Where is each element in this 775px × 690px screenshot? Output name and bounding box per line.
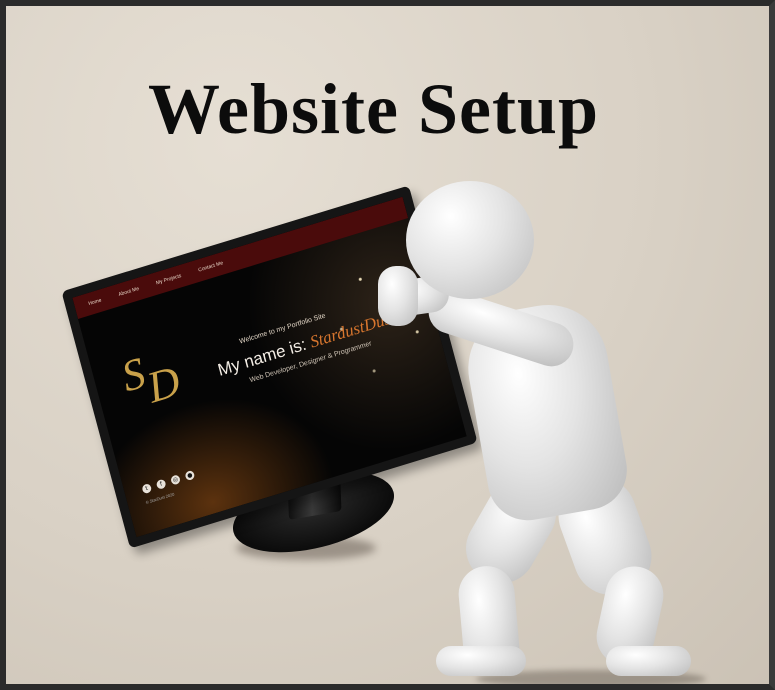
figure-head bbox=[406, 181, 534, 299]
figure-left-foot bbox=[436, 646, 526, 676]
poster-frame: Website Setup Home About Me My Projects … bbox=[0, 0, 775, 690]
figure-hand bbox=[378, 266, 418, 326]
figure-right-foot bbox=[606, 646, 691, 676]
figure-pushing-monitor bbox=[6, 6, 769, 684]
